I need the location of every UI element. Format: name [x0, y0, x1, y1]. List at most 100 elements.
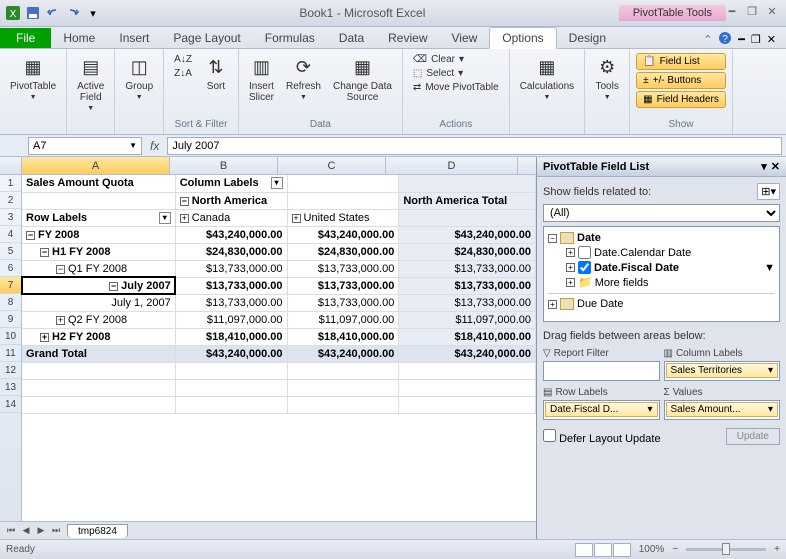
doc-close-icon[interactable]: ✕	[767, 33, 776, 46]
row-header[interactable]: 2	[0, 192, 21, 209]
row-labels-drop[interactable]: Date.Fiscal D...▾	[543, 400, 660, 420]
row-header[interactable]: 12	[0, 362, 21, 379]
tab-home[interactable]: Home	[51, 28, 107, 48]
save-icon[interactable]	[24, 4, 42, 22]
filter-icon[interactable]: ▼	[764, 262, 775, 274]
select-all-corner[interactable]	[0, 157, 22, 174]
close-icon[interactable]: ✕	[764, 4, 780, 18]
minimize-ribbon-icon[interactable]: ⌃	[703, 33, 712, 46]
refresh-button[interactable]: ⟳Refresh▼	[282, 53, 325, 103]
sheet-next-icon[interactable]: ▶	[34, 524, 48, 538]
cell[interactable]: −H1 FY 2008	[22, 243, 175, 260]
cell[interactable]: $43,240,000.00	[287, 226, 399, 243]
cell[interactable]: $13,733,000.00	[175, 294, 287, 311]
row-header[interactable]: 13	[0, 379, 21, 396]
row-header[interactable]: 8	[0, 294, 21, 311]
sheet-last-icon[interactable]: ⏭	[49, 524, 63, 538]
col-header-c[interactable]: C	[278, 157, 386, 174]
undo-icon[interactable]	[44, 4, 62, 22]
cell[interactable]	[175, 396, 287, 413]
cell[interactable]: North America Total	[399, 192, 536, 209]
zoom-level[interactable]: 100%	[639, 544, 665, 555]
normal-view-icon[interactable]	[575, 543, 593, 557]
row-header[interactable]: 14	[0, 396, 21, 413]
cell[interactable]	[175, 379, 287, 396]
sort-button[interactable]: ⇅Sort	[200, 53, 232, 94]
move-button[interactable]: ⇄Move PivotTable	[409, 81, 503, 94]
formula-input[interactable]: July 2007	[167, 137, 782, 155]
cell[interactable]: $43,240,000.00	[287, 345, 399, 362]
cell[interactable]: +Q2 FY 2008	[22, 311, 175, 328]
sheet-prev-icon[interactable]: ◀	[19, 524, 33, 538]
tree-label[interactable]: More fields	[595, 277, 649, 289]
page-layout-view-icon[interactable]	[594, 543, 612, 557]
cell[interactable]: $13,733,000.00	[175, 260, 287, 277]
cell[interactable]: Row Labels▾	[22, 209, 175, 226]
cell[interactable]	[22, 379, 175, 396]
cell[interactable]	[399, 379, 536, 396]
field-headers-toggle[interactable]: ▦Field Headers	[636, 91, 726, 108]
clear-button[interactable]: ⌫Clear ▾	[409, 53, 503, 66]
expand-icon[interactable]: +	[548, 300, 557, 309]
tree-label[interactable]: Date.Calendar Date	[594, 247, 691, 259]
collapse-icon[interactable]: −	[548, 234, 557, 243]
tab-review[interactable]: Review	[376, 28, 439, 48]
fx-icon[interactable]: fx	[142, 139, 167, 153]
pivottable-button[interactable]: ▦PivotTable▼	[6, 53, 60, 103]
update-button[interactable]: Update	[726, 428, 780, 445]
field-chip[interactable]: Sales Territories▾	[666, 363, 779, 378]
cell[interactable]: July 1, 2007	[22, 294, 175, 311]
cell[interactable]: Column Labels▾	[175, 175, 287, 192]
qat-dropdown-icon[interactable]: ▾	[84, 4, 102, 22]
cell[interactable]: +Canada	[175, 209, 287, 226]
cell[interactable]: −Q1 FY 2008	[22, 260, 175, 277]
page-break-view-icon[interactable]	[613, 543, 631, 557]
cell[interactable]: $43,240,000.00	[175, 345, 287, 362]
cell[interactable]: $13,733,000.00	[399, 294, 536, 311]
defer-checkbox-label[interactable]: Defer Layout Update	[543, 429, 661, 445]
cell[interactable]	[175, 362, 287, 379]
cell[interactable]: $11,097,000.00	[175, 311, 287, 328]
expand-icon[interactable]: +	[292, 214, 301, 223]
expand-icon[interactable]: +	[56, 316, 65, 325]
zoom-out-icon[interactable]: −	[672, 544, 678, 555]
cell[interactable]	[399, 175, 536, 192]
collapse-icon[interactable]: −	[109, 282, 118, 291]
cell[interactable]	[399, 209, 536, 226]
cell[interactable]	[287, 192, 399, 209]
tab-page-layout[interactable]: Page Layout	[161, 28, 252, 48]
zoom-slider[interactable]	[686, 548, 766, 551]
expand-icon[interactable]: +	[566, 248, 575, 257]
collapse-icon[interactable]: −	[56, 265, 65, 274]
row-header[interactable]: 9	[0, 311, 21, 328]
cell[interactable]: Sales Amount Quota	[22, 175, 175, 192]
group-button[interactable]: ◫Group▼	[121, 53, 157, 103]
name-box[interactable]: A7▼	[28, 137, 142, 155]
cell[interactable]: −North America	[175, 192, 287, 209]
cell[interactable]: +H2 FY 2008	[22, 328, 175, 345]
cell[interactable]: $13,733,000.00	[287, 294, 399, 311]
redo-icon[interactable]	[64, 4, 82, 22]
column-labels-drop[interactable]: Sales Territories▾	[664, 361, 781, 381]
row-header[interactable]: 10	[0, 328, 21, 345]
select-button[interactable]: ⬚Select ▾	[409, 67, 503, 80]
tab-insert[interactable]: Insert	[107, 28, 161, 48]
report-filter-drop[interactable]	[543, 361, 660, 381]
cell[interactable]	[287, 379, 399, 396]
cell[interactable]: $43,240,000.00	[399, 345, 536, 362]
restore-icon[interactable]: ❐	[744, 4, 760, 18]
cell[interactable]: $13,733,000.00	[399, 277, 536, 294]
cell[interactable]: $18,410,000.00	[287, 328, 399, 345]
expand-icon[interactable]: +	[566, 263, 575, 272]
cell[interactable]	[287, 175, 399, 192]
change-data-button[interactable]: ▦Change Data Source	[329, 53, 396, 105]
row-header[interactable]: 3	[0, 209, 21, 226]
col-header-d[interactable]: D	[386, 157, 518, 174]
doc-minimize-icon[interactable]: ━	[738, 33, 745, 46]
field-chip[interactable]: Sales Amount...▾	[666, 402, 779, 417]
filter-icon[interactable]: ▾	[271, 177, 283, 189]
row-header[interactable]: 4	[0, 226, 21, 243]
help-icon[interactable]: ?	[718, 31, 732, 48]
chevron-down-icon[interactable]: ▾	[647, 404, 652, 415]
file-tab[interactable]: File	[0, 28, 51, 48]
